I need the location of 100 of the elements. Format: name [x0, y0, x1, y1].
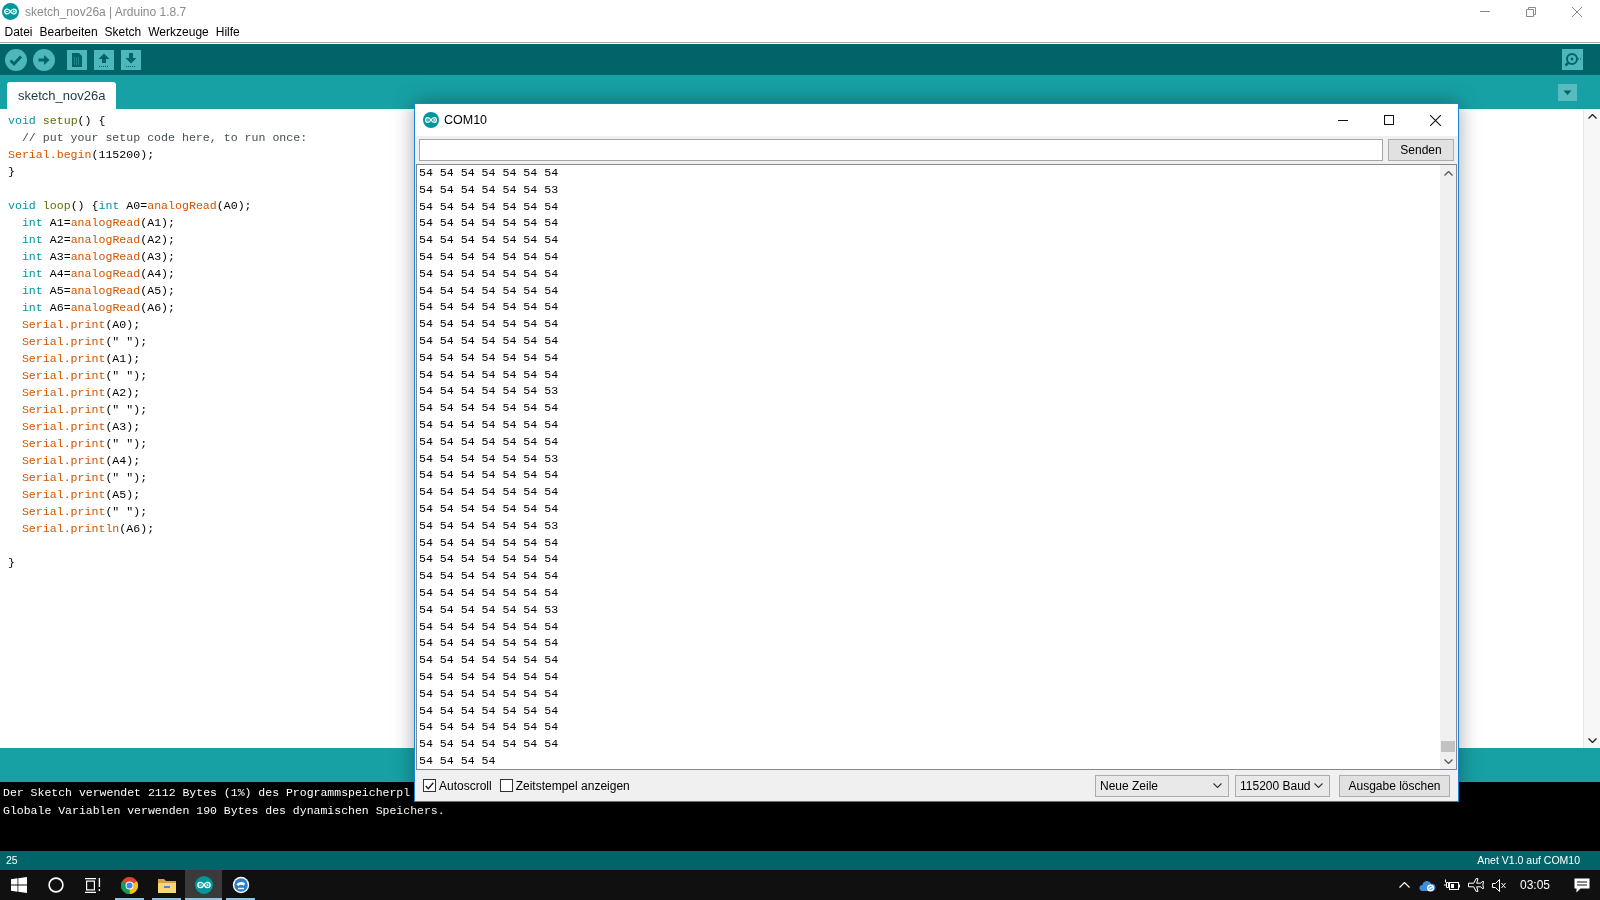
start-menu-icon[interactable]	[10, 877, 27, 893]
serial-output-line: 54 54 54 54 54 54 54	[419, 584, 559, 601]
caret-down-icon[interactable]	[1587, 738, 1597, 743]
serial-output-line: 54 54 54 54 54 54 54	[419, 534, 559, 551]
serial-output-line: 54 54 54 54 54 54 54	[419, 484, 559, 501]
infinity-icon	[423, 112, 439, 128]
menu-item[interactable]: Sketch	[101, 23, 145, 42]
message-input[interactable]	[419, 139, 1383, 161]
arrow-down-icon[interactable]	[121, 49, 141, 70]
serial-output-line: 54 54 54 54 54 54 54	[419, 500, 559, 517]
serial-output-line: 54 54 54 54 54 54 54	[419, 736, 559, 753]
check-circle-icon[interactable]	[5, 48, 27, 71]
code-line: }	[8, 164, 15, 180]
send-button[interactable]: Senden	[1388, 139, 1454, 161]
checkbox-label[interactable]: Zeitstempel anzeigen	[515, 776, 630, 795]
menu-item[interactable]: Werkzeuge	[144, 23, 213, 42]
code-line: // put your setup code here, to run once:	[20, 130, 308, 146]
serial-output-line: 54 54 54 54 54 54 54	[419, 299, 559, 316]
serial-output-line: 54 54 54 54 54 54 54	[419, 316, 559, 333]
scrollbar[interactable]	[1440, 165, 1456, 769]
serial-output-line: 54 54 54 54 54 54 54	[419, 568, 559, 585]
serial-output-line: 54 54 54 54	[419, 752, 496, 769]
window-title: sketch_nov26a | Arduino 1.8.7	[25, 3, 187, 21]
serial-output-line: 54 54 54 54 54 54 54	[419, 349, 559, 366]
code-line: Serial.print(A3);	[20, 419, 141, 435]
close-icon[interactable]	[1429, 114, 1441, 126]
serial-output-line: 54 54 54 54 54 54 54	[419, 165, 559, 181]
serial-output-line: 54 54 54 54 54 54 53	[419, 450, 559, 467]
line-number: 25	[6, 852, 18, 868]
check-icon	[425, 781, 434, 790]
serial-output-line: 54 54 54 54 54 54 54	[419, 215, 559, 232]
serial-output-line: 54 54 54 54 54 54 53	[419, 383, 559, 400]
code-line: void setup() {	[8, 113, 106, 129]
taskbar-button[interactable]	[185, 870, 222, 900]
checkbox[interactable]	[499, 779, 513, 792]
code-line: void loop() {int A0=analogRead(A0);	[8, 198, 252, 214]
code-line: Serial.print(A5);	[20, 487, 141, 503]
round-app-icon[interactable]	[231, 876, 250, 894]
code-line: int A5=analogRead(A5);	[20, 283, 175, 299]
caret-up-icon[interactable]	[1587, 114, 1597, 119]
line-ending-dropdown[interactable]: Neue Zeile	[1095, 774, 1229, 797]
code-line: Serial.print(" ");	[20, 368, 148, 384]
caret-down-icon[interactable]	[1443, 758, 1453, 764]
serial-output-line: 54 54 54 54 54 54 54	[419, 433, 559, 450]
checkbox[interactable]	[423, 779, 436, 792]
maximize-icon[interactable]	[1384, 115, 1394, 125]
menu-item[interactable]: Hilfe	[212, 23, 244, 42]
window-title: COM10	[444, 111, 488, 129]
serial-output-line: 54 54 54 54 54 54 54	[419, 249, 559, 265]
chevron-down-icon	[1213, 783, 1222, 788]
scrollbar[interactable]	[1583, 109, 1600, 748]
code-line: Serial.print(A2);	[20, 385, 141, 401]
caret-up-icon[interactable]	[1443, 170, 1453, 176]
code-line: Serial.print(" ");	[20, 334, 148, 350]
code-line: int A6=analogRead(A6);	[20, 300, 175, 316]
serial-output-line: 54 54 54 54 54 54 54	[419, 282, 559, 299]
menu-item[interactable]: Datei	[1, 23, 36, 42]
code-line: Serial.begin(115200);	[8, 147, 155, 163]
arrow-up-icon[interactable]	[94, 49, 114, 70]
infinity-icon[interactable]	[194, 876, 213, 894]
arrow-right-circle-icon[interactable]	[33, 48, 55, 71]
ring-icon[interactable]	[47, 877, 64, 893]
speaker-muted-icon[interactable]	[1492, 878, 1508, 892]
code-line: Serial.print(" ");	[20, 402, 148, 418]
chevron-down-icon	[1314, 783, 1323, 788]
tab[interactable]: sketch_nov26a	[7, 82, 117, 109]
airplane-icon[interactable]	[1467, 878, 1484, 892]
console-line: Globale Variablen verwenden 190 Bytes des dynamischen Speichers.	[3, 803, 445, 819]
serial-output-line: 54 54 54 54 54 54 54	[419, 467, 559, 484]
serial-output-line: 54 54 54 54 54 54 54	[419, 198, 559, 215]
clear-output-button[interactable]: Ausgabe löschen	[1339, 774, 1450, 797]
menu-item[interactable]: Bearbeiten	[36, 23, 102, 42]
checkbox-label[interactable]: Autoscroll	[439, 776, 492, 795]
task-view-icon[interactable]	[84, 877, 101, 893]
segmented-circle-icon[interactable]	[121, 876, 138, 894]
serial-output-line: 54 54 54 54 54 54 54	[419, 618, 559, 635]
serial-output-line: 54 54 54 54 54 54 54	[419, 635, 559, 652]
cloud-icon[interactable]	[1419, 878, 1437, 892]
serial-output-line: 54 54 54 54 54 54 54	[419, 332, 559, 349]
baud-rate-dropdown[interactable]: 115200 Baud	[1235, 774, 1330, 797]
console-line: Der Sketch verwendet 2112 Bytes (1%) des Programmspeicherpl	[3, 785, 411, 801]
serial-output-line: 54 54 54 54 54 54 53	[419, 181, 559, 198]
code-line: Serial.print(" ");	[20, 504, 148, 520]
serial-output-line: 54 54 54 54 54 54 54	[419, 416, 559, 433]
message-icon[interactable]	[1574, 877, 1590, 893]
battery-plug-icon[interactable]	[1443, 879, 1460, 891]
minimize-icon[interactable]	[1338, 119, 1348, 121]
code-line: Serial.print(" ");	[20, 436, 148, 452]
code-line: int A4=analogRead(A4);	[20, 266, 175, 282]
code-line: }	[8, 555, 15, 571]
serial-output-line: 54 54 54 54 54 54 54	[419, 702, 559, 719]
clock[interactable]: 03:05	[1519, 876, 1550, 894]
serial-output-line: 54 54 54 54 54 54 54	[419, 551, 559, 568]
magnifier-icon[interactable]	[1562, 49, 1583, 70]
restore-icon[interactable]	[1526, 6, 1536, 17]
document-icon[interactable]	[67, 49, 87, 70]
code-line: int A1=analogRead(A1);	[20, 215, 175, 231]
folder-icon[interactable]	[157, 877, 176, 893]
serial-output-line: 54 54 54 54 54 54 54	[419, 232, 559, 249]
scrollbar-thumb[interactable]	[1441, 741, 1455, 752]
